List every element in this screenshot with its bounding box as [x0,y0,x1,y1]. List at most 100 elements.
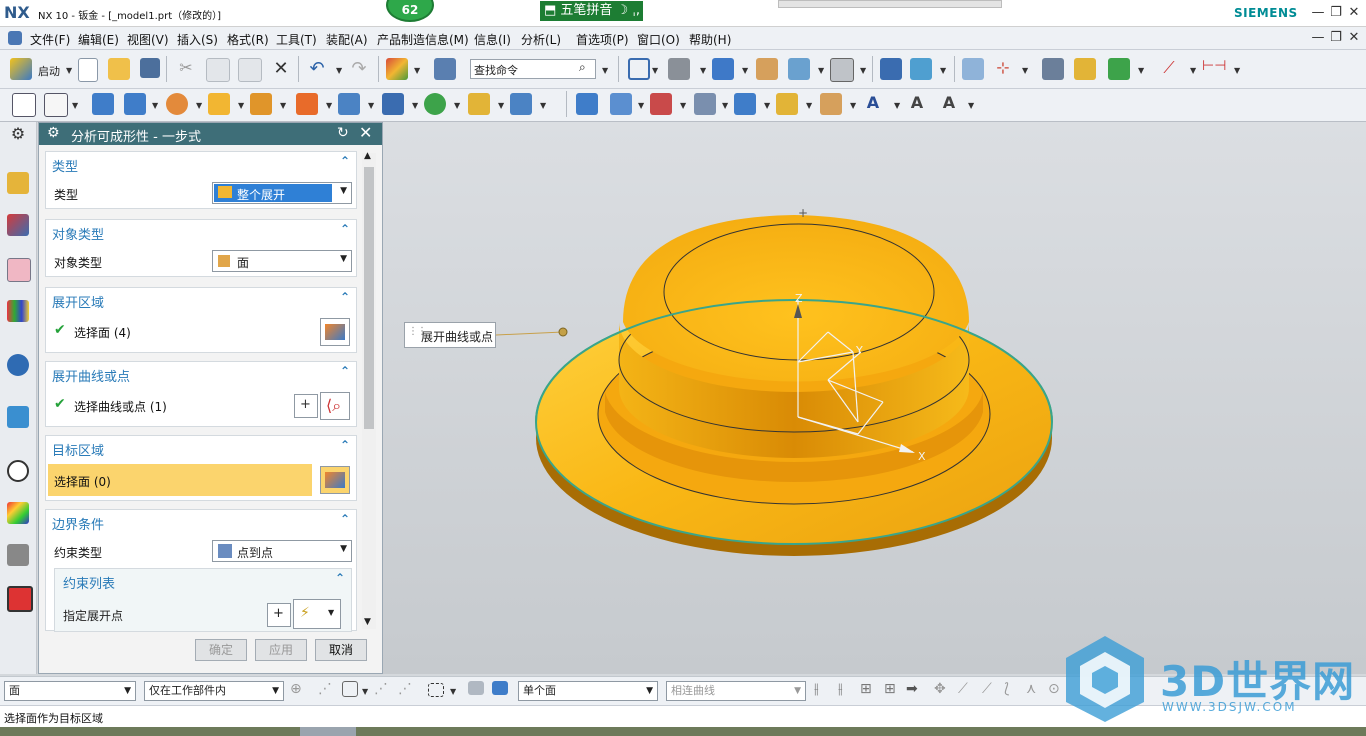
apply-button[interactable]: 应用 [255,639,307,661]
bead-icon[interactable] [338,93,360,115]
dialog-close-icon[interactable]: ✕ [359,123,372,142]
collapse-caret-icon[interactable]: ⌃ [340,222,350,236]
dialog-gear-icon[interactable]: ⚙ [47,125,60,141]
ok-button[interactable]: 确定 [195,639,247,661]
gusset-dropdown-icon[interactable]: ▼ [454,101,460,110]
menu-tools[interactable]: 工具(T) [276,31,317,48]
object-type-select[interactable]: 面 ▼ [212,250,352,272]
extrude-icon[interactable] [576,93,598,115]
show-hide-icon[interactable] [910,58,932,80]
bend-dropdown-icon[interactable]: ▼ [238,101,244,110]
unbend-dropdown-icon[interactable]: ▼ [280,101,286,110]
corner-dropdown-icon[interactable]: ▼ [498,101,504,110]
minimize-icon[interactable]: — [1310,5,1326,20]
delete-icon[interactable]: ✕ [270,58,292,80]
collapse-caret-icon[interactable]: ⌃ [340,438,350,452]
font-dropdown-icon[interactable]: ▼ [968,101,974,110]
bend-icon[interactable] [208,93,230,115]
undo-dropdown-icon[interactable]: ▼ [336,66,342,75]
arrow-right-icon[interactable]: ➡ [906,681,928,703]
unfold-region-header[interactable]: 展开区域 [52,292,104,311]
inferred-point-select[interactable]: ⚡ ▼ [293,599,341,629]
menu-insert[interactable]: 插入(S) [177,31,218,48]
reuse-library-icon[interactable] [7,300,29,322]
menu-file[interactable]: 文件(F) [30,31,70,48]
settings-gear-icon[interactable]: ⚙ [7,124,29,146]
follow-fillet-icon[interactable]: ⫲ [838,681,860,703]
select-mode-icon[interactable] [342,681,358,697]
constraint-navigator-icon[interactable] [7,258,31,282]
bead-dropdown-icon[interactable]: ▼ [368,101,374,110]
body-curve-icon[interactable]: ⊞ [884,681,906,703]
object-type-header[interactable]: 对象类型 [52,224,104,243]
information-icon[interactable] [434,58,456,80]
collapse-caret-icon[interactable]: ⌃ [340,154,350,168]
render-dropdown-icon[interactable]: ▼ [700,66,706,75]
tab-icon[interactable] [44,93,68,117]
start-dropdown-icon[interactable]: ▼ [66,66,72,75]
notification-badge[interactable]: 62 [386,0,434,22]
roles-icon[interactable] [7,586,33,612]
save-icon[interactable] [140,58,160,78]
material-icon[interactable] [756,58,778,80]
tear-dropdown-icon[interactable]: ▼ [806,101,812,110]
measure-icon[interactable] [1042,58,1064,80]
deselect-icon[interactable]: ⋰ [374,681,396,703]
cancel-button[interactable]: 取消 [315,639,367,661]
unbend-icon[interactable] [250,93,272,115]
flat-pattern-icon[interactable] [510,93,532,115]
menu-analysis[interactable]: 分析(L) [521,31,561,48]
intersection-point-icon[interactable]: ⋏ [1026,681,1048,703]
select-feature-icon[interactable]: ⋰ [318,681,340,703]
taskbar-nx-item[interactable] [300,727,356,736]
gusset-icon[interactable] [424,93,446,115]
section-view-icon[interactable] [788,58,810,80]
system-materials-icon[interactable] [7,502,29,524]
menu-info[interactable]: 信息(I) [474,31,511,48]
constraint-list-header[interactable]: 约束列表 [63,573,115,592]
scroll-down-icon[interactable]: ▼ [364,617,371,627]
fit-view-icon[interactable] [628,58,650,80]
type-section-header[interactable]: 类型 [52,156,78,175]
menu-window[interactable]: 窗口(O) [637,31,680,48]
history-clock-icon[interactable] [7,460,29,482]
jog-dropdown-icon[interactable]: ▼ [326,101,332,110]
solid-punch-icon[interactable] [734,93,756,115]
ime-indicator[interactable]: ⬒ 五笔拼音 ☽ ˌ, [540,1,643,21]
tear-icon[interactable] [776,93,798,115]
lofted-flange-icon[interactable] [166,93,188,115]
rect-dropdown-icon[interactable]: ▼ [450,687,456,696]
dimension-dropdown-icon[interactable]: ▼ [1190,66,1196,75]
restore-icon[interactable]: ❐ [1328,5,1344,20]
unfold-region-select-label[interactable]: 选择面 (4) [74,324,131,341]
face-rule-select[interactable]: 单个面 ▼ [518,681,658,701]
rectangle-select-icon[interactable] [428,683,444,697]
label-icon[interactable]: A [906,93,928,115]
general-select-icon[interactable]: ⊕ [290,681,312,703]
hole-icon[interactable] [610,93,632,115]
select-target-face-button[interactable] [320,466,350,494]
wcs-icon[interactable] [962,58,984,80]
text-annotation-icon[interactable]: A [862,93,884,115]
snap-dropdown-icon[interactable]: ▼ [1022,66,1028,75]
hd3d-icon[interactable] [7,354,29,376]
type-select[interactable]: 整个展开 ▼ [212,182,352,204]
tab-dropdown-icon[interactable]: ▼ [72,101,78,110]
collapse-caret-icon[interactable]: ⌃ [335,571,345,585]
layer-dropdown-icon[interactable]: ▼ [414,66,420,75]
mid-point-icon[interactable]: ⟋ [982,681,1004,703]
analysis-icon[interactable] [1074,58,1096,80]
doc-restore-icon[interactable]: ❐ [1328,30,1344,45]
menu-help[interactable]: 帮助(H) [689,31,731,48]
type-filter-select[interactable]: 面 ▼ [4,681,136,701]
hole-dropdown-icon[interactable]: ▼ [638,101,644,110]
unfold-curve-header[interactable]: 展开曲线或点 [52,366,130,385]
dimension-icon[interactable]: ⟋ [1158,58,1180,80]
collapse-caret-icon[interactable]: ⌃ [340,512,350,526]
target-region-header[interactable]: 目标区域 [52,440,104,459]
move-object-icon[interactable] [880,58,902,80]
snap-icon[interactable]: ⊹ [992,58,1014,80]
assembly-navigator-icon[interactable] [7,214,29,236]
feature-dropdown-icon[interactable]: ▼ [1138,66,1144,75]
select-face-button[interactable] [320,318,350,346]
